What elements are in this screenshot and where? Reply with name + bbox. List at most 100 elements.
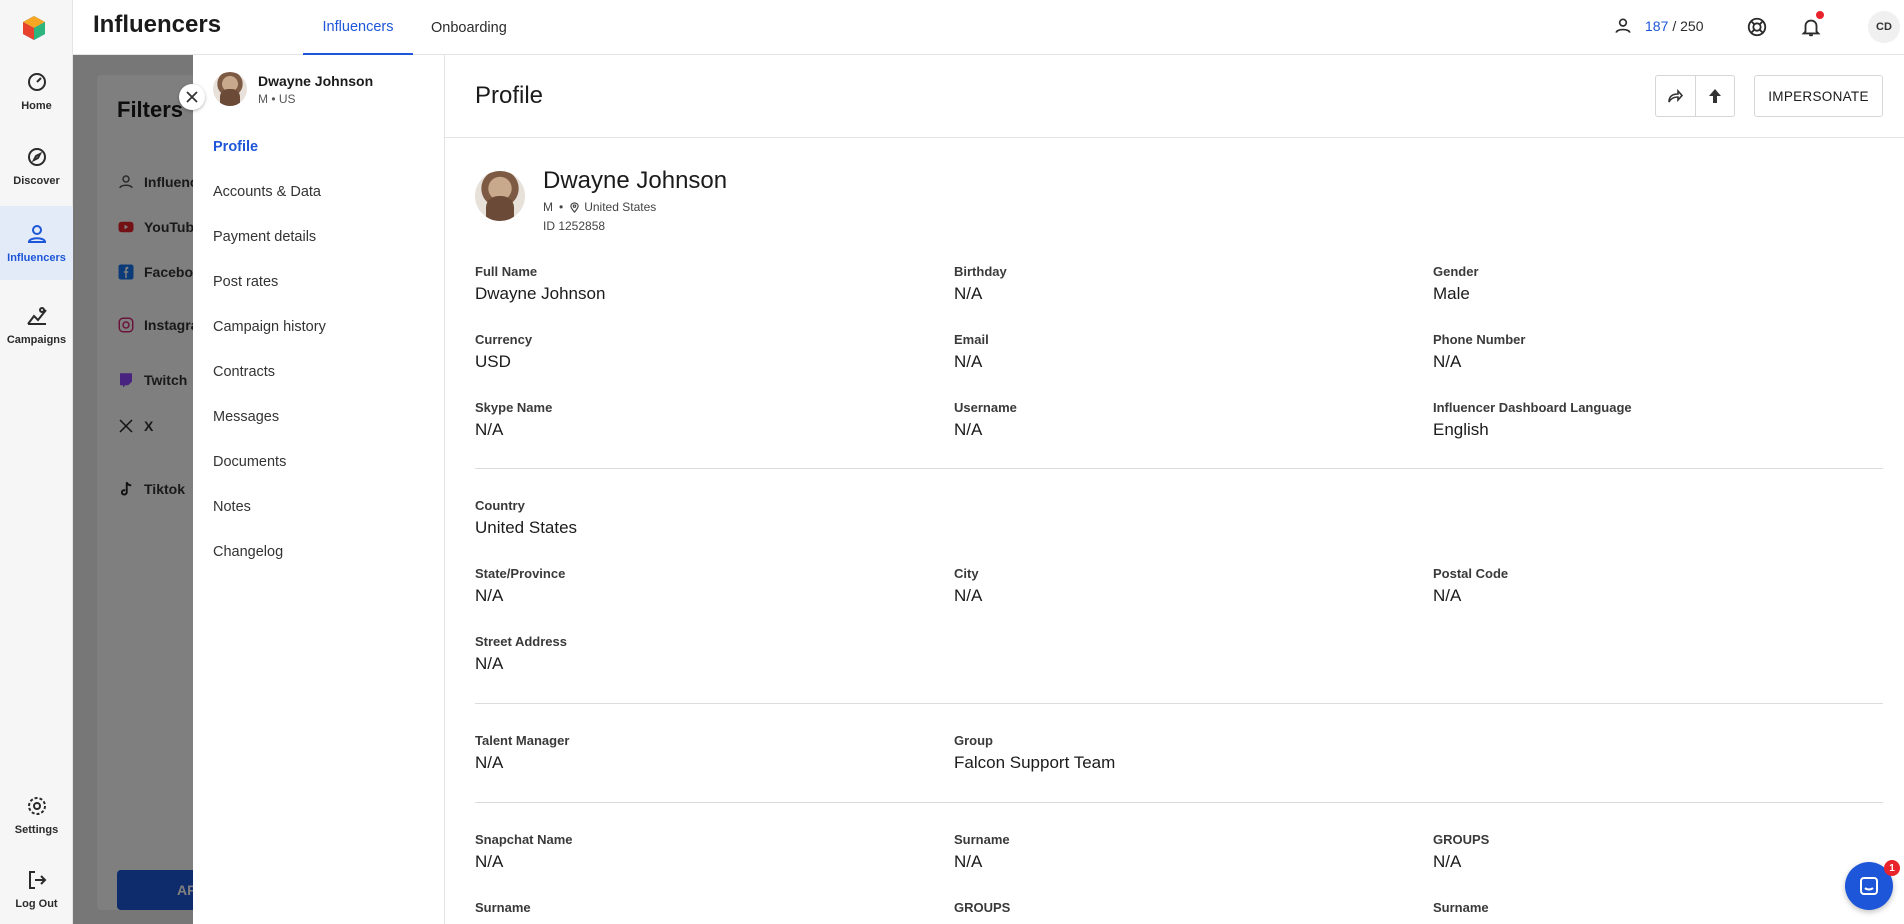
- nav-accounts-data[interactable]: Accounts & Data: [213, 184, 321, 200]
- field-label: Surname: [1433, 900, 1489, 915]
- seats-used: 187: [1645, 18, 1669, 34]
- close-icon: [186, 91, 198, 103]
- seats-total: / 250: [1672, 18, 1704, 34]
- field-value: Dwayne Johnson: [475, 284, 606, 303]
- rail-item-campaigns[interactable]: Campaigns: [0, 290, 73, 360]
- top-bar: Influencers Influencers Onboarding 187 /…: [73, 0, 1904, 55]
- nav-changelog[interactable]: Changelog: [213, 544, 283, 560]
- nav-messages[interactable]: Messages: [213, 409, 279, 425]
- field-label: GROUPS: [954, 900, 1011, 915]
- field-label: City: [954, 566, 979, 581]
- section-divider: [475, 468, 1883, 469]
- field-full-name: Full Name Dwayne Johnson: [475, 264, 605, 304]
- profile-content: Profile IMPERSONATE Dwayne Johnson M • U…: [445, 55, 1904, 924]
- nav-profile[interactable]: Profile: [213, 139, 258, 155]
- push-up-button[interactable]: [1694, 76, 1734, 116]
- nav-post-rates[interactable]: Post rates: [213, 274, 278, 290]
- field-label: Birthday: [954, 264, 1007, 279]
- field-value: Male: [1433, 284, 1470, 303]
- field-label: Postal Code: [1433, 566, 1509, 581]
- field-group: Group Falcon Support Team: [954, 733, 1115, 773]
- support-button[interactable]: [1743, 13, 1771, 41]
- field-state-province: State/Province N/A: [475, 566, 565, 606]
- profile-name: Dwayne Johnson: [543, 167, 728, 194]
- rail-label: Home: [21, 100, 52, 112]
- drawer-nav: Dwayne Johnson M • US Profile Accounts &…: [193, 55, 445, 924]
- section-divider: [475, 802, 1883, 803]
- field-talent-manager: Talent Manager N/A: [475, 733, 569, 773]
- field-phone-number: Phone Number N/A: [1433, 332, 1525, 372]
- tab-onboarding[interactable]: Onboarding: [431, 0, 507, 55]
- user-avatar[interactable]: CD: [1868, 11, 1900, 43]
- impersonate-button[interactable]: IMPERSONATE: [1754, 75, 1883, 117]
- profile-gender: M: [543, 200, 553, 214]
- nav-documents[interactable]: Documents: [213, 454, 286, 470]
- profile-summary: Dwayne Johnson M • United States ID 1252…: [475, 167, 727, 233]
- rail-label: Influencers: [7, 252, 66, 264]
- field-value: English: [1433, 420, 1489, 439]
- field-snapchat-name: Snapchat Name N/A: [475, 832, 573, 872]
- nav-notes[interactable]: Notes: [213, 499, 251, 515]
- app-logo-icon[interactable]: [20, 14, 48, 42]
- tab-influencers[interactable]: Influencers: [303, 0, 413, 55]
- field-label: Group: [954, 733, 993, 748]
- left-rail: Home Discover Influencers Campaigns Sett…: [0, 0, 73, 924]
- rail-item-discover[interactable]: Discover: [0, 131, 73, 201]
- profile-id: ID 1252858: [543, 219, 606, 233]
- person-outline-icon: [1615, 18, 1631, 33]
- page-title: Profile: [475, 82, 544, 109]
- notifications-button[interactable]: [1797, 11, 1825, 41]
- field-surname: Surname: [1433, 900, 1489, 915]
- field-gender: Gender Male: [1433, 264, 1479, 304]
- nav-campaign-history[interactable]: Campaign history: [213, 319, 326, 335]
- field-city: City N/A: [954, 566, 982, 606]
- field-value: N/A: [1433, 586, 1462, 605]
- notification-dot: [1816, 11, 1824, 19]
- rail-item-influencers[interactable]: Influencers: [0, 206, 73, 280]
- field-skype-name: Skype Name N/A: [475, 400, 552, 440]
- seat-count: 187 / 250: [1613, 16, 1704, 36]
- field-label: Country: [475, 498, 525, 513]
- lifebuoy-icon: [1747, 17, 1767, 37]
- field-currency: Currency USD: [475, 332, 532, 372]
- action-icon-group: [1655, 75, 1735, 117]
- rail-label: Discover: [13, 175, 60, 187]
- profile-avatar: [475, 171, 525, 221]
- person-meta: M • US: [258, 91, 296, 106]
- location-pin-icon: [570, 201, 579, 213]
- app-title: Influencers: [93, 11, 222, 38]
- field-label: State/Province: [475, 566, 566, 581]
- field-value: N/A: [475, 420, 504, 439]
- nav-payment-details[interactable]: Payment details: [213, 229, 316, 245]
- nav-contracts[interactable]: Contracts: [213, 364, 275, 380]
- chat-unread-badge: 1: [1884, 860, 1900, 876]
- field-label: Username: [954, 400, 1017, 415]
- field-label: Talent Manager: [475, 733, 570, 748]
- home-gauge-icon: [27, 73, 46, 91]
- rail-label: Campaigns: [6, 334, 67, 346]
- field-value: N/A: [954, 586, 983, 605]
- discover-compass-icon: [27, 148, 46, 166]
- field-groups: GROUPS N/A: [1433, 832, 1489, 872]
- field-label: Full Name: [475, 264, 538, 279]
- rail-item-settings[interactable]: Settings: [0, 780, 73, 850]
- field-label: Skype Name: [475, 400, 553, 415]
- field-value: N/A: [1433, 852, 1462, 871]
- rail-label: Log Out: [15, 898, 58, 910]
- person-avatar: [213, 72, 247, 106]
- field-value: N/A: [475, 586, 504, 605]
- rail-item-logout[interactable]: Log Out: [0, 854, 73, 924]
- field-label: Surname: [475, 900, 531, 915]
- field-birthday: Birthday N/A: [954, 264, 1007, 304]
- close-drawer-button[interactable]: [179, 84, 205, 110]
- field-value: N/A: [475, 852, 504, 871]
- field-value: N/A: [475, 753, 504, 772]
- field-label: GROUPS: [1433, 832, 1490, 847]
- rail-item-home[interactable]: Home: [0, 56, 73, 126]
- field-postal-code: Postal Code N/A: [1433, 566, 1508, 606]
- field-username: Username N/A: [954, 400, 1017, 440]
- logout-icon: [28, 871, 46, 889]
- field-label: Phone Number: [1433, 332, 1526, 347]
- field-value: N/A: [954, 420, 983, 439]
- share-button[interactable]: [1656, 76, 1695, 116]
